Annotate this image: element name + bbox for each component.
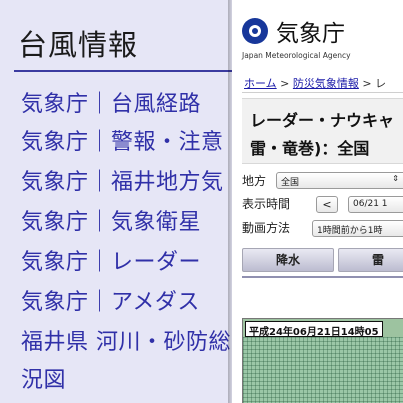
time-prev-button[interactable]: < bbox=[316, 196, 338, 213]
breadcrumb: ホーム > 防災気象情報 > レ bbox=[244, 75, 386, 91]
time-select[interactable]: 06/21 1 bbox=[348, 196, 403, 213]
link-fukui-river-cont[interactable]: 況図 bbox=[21, 362, 66, 394]
breadcrumb-current: レ bbox=[375, 77, 387, 90]
jma-emblem-icon bbox=[242, 18, 268, 44]
heading-line-1: レーダー・ナウキャ bbox=[250, 111, 395, 130]
link-radar[interactable]: 気象庁｜レーダー bbox=[21, 244, 201, 276]
animation-label: 動画方法 bbox=[242, 221, 291, 235]
jma-logo-text: 気象庁 bbox=[276, 21, 345, 47]
animation-select[interactable]: 1時間前から1時 bbox=[312, 220, 403, 237]
link-amedas[interactable]: 気象庁｜アメダス bbox=[21, 284, 200, 316]
jma-radar-page: 気象庁 Japan Meteorological Agency ホーム > 防災… bbox=[232, 0, 403, 403]
breadcrumb-sep: > bbox=[280, 77, 290, 90]
layer-tabs: 降水 雷 bbox=[242, 248, 403, 274]
link-typhoon-track[interactable]: 気象庁｜台風経路 bbox=[21, 86, 201, 118]
radar-map[interactable]: 平成24年06月21日14時05 bbox=[242, 318, 403, 403]
link-warnings[interactable]: 気象庁｜警報・注意 bbox=[21, 124, 224, 156]
breadcrumb-divider bbox=[242, 92, 403, 93]
breadcrumb-sep: > bbox=[362, 77, 372, 90]
sidebar-divider bbox=[14, 70, 232, 72]
select-arrows-icon: ⇕ bbox=[392, 174, 399, 183]
display-time-label: 表示時間 bbox=[242, 197, 291, 211]
breadcrumb-disaster-info[interactable]: 防災気象情報 bbox=[293, 77, 359, 90]
region-label: 地方 bbox=[242, 174, 267, 188]
region-select-value: 全国 bbox=[281, 178, 300, 188]
radar-map-grid bbox=[243, 337, 403, 403]
region-select[interactable]: 全国 ⇕ bbox=[276, 172, 403, 189]
link-fukui-river[interactable]: 福井県 河川・砂防総 bbox=[21, 324, 231, 356]
link-satellite[interactable]: 気象庁｜気象衛星 bbox=[21, 204, 201, 236]
heading-line-2: 雷・竜巻)：全国 bbox=[250, 139, 370, 158]
link-fukui-weather[interactable]: 気象庁｜福井地方気 bbox=[21, 164, 224, 196]
tab-precipitation[interactable]: 降水 bbox=[242, 248, 334, 272]
tab-lightning[interactable]: 雷 bbox=[338, 248, 403, 272]
breadcrumb-home[interactable]: ホーム bbox=[244, 77, 277, 90]
page-heading: レーダー・ナウキャ 雷・竜巻)：全国 bbox=[242, 98, 403, 164]
tab-divider bbox=[242, 276, 403, 278]
jma-logo-english: Japan Meteorological Agency bbox=[242, 51, 351, 60]
sidebar-title: 台風情報 bbox=[18, 28, 139, 62]
typhoon-info-sidebar: 台風情報 気象庁｜台風経路 気象庁｜警報・注意 気象庁｜福井地方気 気象庁｜気象… bbox=[0, 0, 232, 403]
jma-logo[interactable]: 気象庁 Japan Meteorological Agency bbox=[242, 14, 402, 60]
map-timestamp: 平成24年06月21日14時05 bbox=[245, 321, 383, 338]
